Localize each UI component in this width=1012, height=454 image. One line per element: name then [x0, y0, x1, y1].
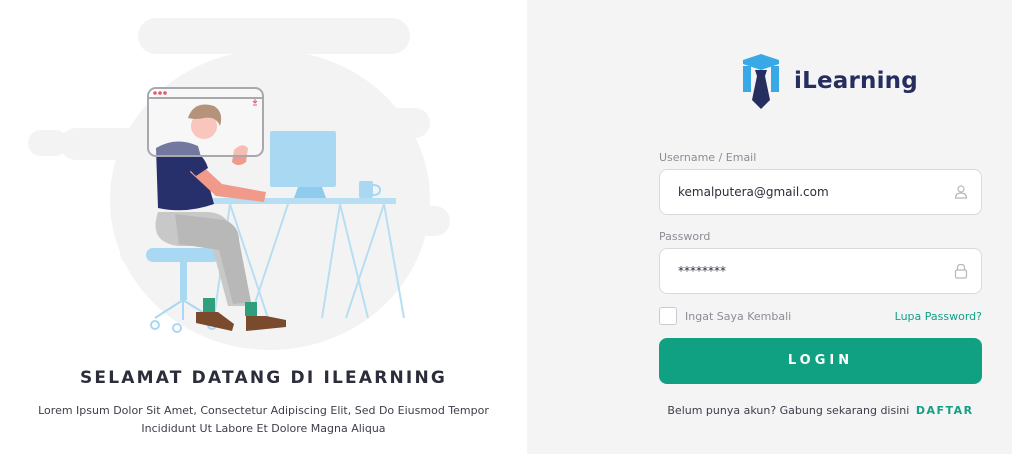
graduation-tie-logo-icon	[743, 54, 779, 109]
remember-me[interactable]: Ingat Saya Kembali	[659, 307, 791, 325]
brand-logo: iLearning	[741, 52, 918, 110]
remember-checkbox[interactable]	[659, 307, 677, 325]
signup-link[interactable]: DAFTAR	[916, 404, 974, 417]
welcome-panel: SELAMAT DATANG DI ILEARNING Lorem Ipsum …	[0, 0, 527, 454]
signup-row: Belum punya akun? Gabung sekarang disini…	[659, 404, 982, 417]
user-icon	[954, 185, 968, 199]
forgot-password-link[interactable]: Lupa Password?	[895, 310, 982, 323]
username-label: Username / Email	[659, 151, 757, 164]
username-value: kemalputera@gmail.com	[678, 185, 829, 199]
username-field[interactable]: kemalputera@gmail.com	[659, 169, 982, 215]
welcome-heading: SELAMAT DATANG DI ILEARNING	[79, 368, 448, 388]
password-field[interactable]: ********	[659, 248, 982, 294]
welcome-description: Lorem Ipsum Dolor Sit Amet, Consectetur …	[30, 402, 497, 438]
signup-prompt: Belum punya akun? Gabung sekarang disini	[667, 404, 910, 417]
welcome-description-line: Lorem Ipsum Dolor Sit Amet, Consectetur …	[38, 404, 489, 417]
lock-icon	[954, 263, 968, 279]
welcome-description-line: Incididunt Ut Labore Et Dolore Magna Ali…	[141, 422, 386, 435]
login-button[interactable]: LOGIN	[659, 338, 982, 384]
person-at-desk-illustration	[28, 18, 450, 350]
brand-name: iLearning	[794, 68, 918, 94]
remember-label: Ingat Saya Kembali	[685, 309, 792, 323]
password-value: ********	[678, 264, 726, 278]
password-label: Password	[659, 230, 711, 243]
